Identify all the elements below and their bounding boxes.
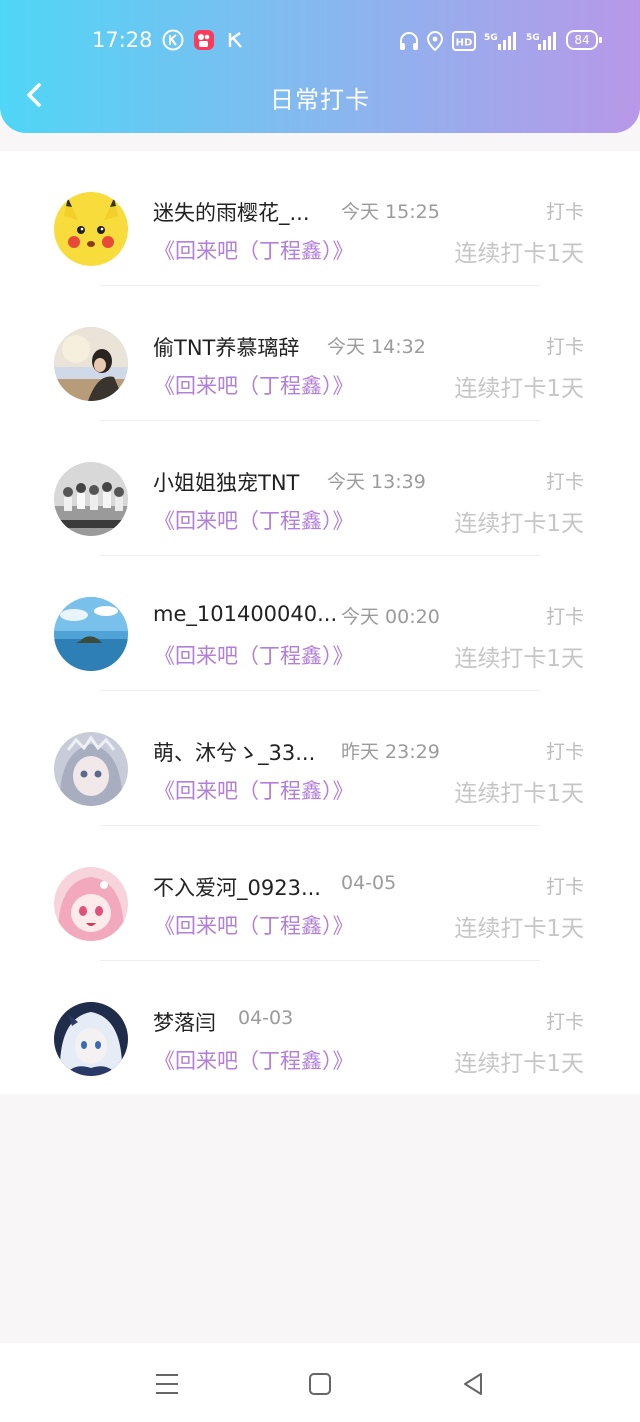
list-item[interactable]: 小姐姐独宠TNT 今天 13:39 《回来吧（丁程鑫）》 打卡 连续打卡1天 bbox=[0, 421, 640, 556]
checkin-label: 打卡 bbox=[545, 471, 584, 493]
checkin-time: 04-03 bbox=[238, 1007, 294, 1029]
svg-text:5G: 5G bbox=[484, 33, 498, 43]
back-triangle-icon[interactable] bbox=[459, 1369, 489, 1399]
user-name[interactable]: 梦落闫 bbox=[153, 1007, 216, 1037]
streak-label: 连续打卡1天 bbox=[454, 241, 584, 267]
streak-label: 连续打卡1天 bbox=[454, 1051, 584, 1077]
avatar[interactable] bbox=[54, 597, 128, 671]
status-bar: 17:28 HD 5G 5G 84 bbox=[0, 0, 640, 80]
battery-indicator: 84 bbox=[566, 30, 602, 50]
checkin-time: 04-05 bbox=[341, 872, 397, 894]
user-name[interactable]: me_101400040... bbox=[153, 602, 337, 626]
header: 17:28 HD 5G 5G 84 日常打卡 bbox=[0, 0, 640, 133]
user-name[interactable]: 萌、沐兮ゝ_33... bbox=[153, 737, 315, 767]
checkin-label: 打卡 bbox=[545, 741, 584, 763]
checkin-label: 打卡 bbox=[545, 606, 584, 628]
hd-icon: HD bbox=[452, 31, 476, 51]
list-item[interactable]: 迷失的雨樱花_... 今天 15:25 《回来吧（丁程鑫）》 打卡 连续打卡1天 bbox=[0, 151, 640, 286]
avatar[interactable] bbox=[54, 327, 128, 401]
status-time: 17:28 bbox=[92, 28, 153, 52]
signal-5g-icon: 5G bbox=[484, 32, 516, 50]
system-nav-bar bbox=[0, 1343, 640, 1422]
user-name[interactable]: 迷失的雨樱花_... bbox=[153, 197, 310, 227]
svg-text:5G: 5G bbox=[526, 33, 540, 43]
user-name[interactable]: 小姐姐独宠TNT bbox=[153, 467, 299, 497]
k-app-icon bbox=[228, 32, 242, 48]
avatar[interactable] bbox=[54, 192, 128, 266]
book-title-link[interactable]: 《回来吧（丁程鑫）》 bbox=[154, 1045, 354, 1075]
user-name[interactable]: 不入爱河_0923... bbox=[153, 872, 321, 902]
signal-5g-icon-2: 5G bbox=[526, 32, 556, 50]
streak-label: 连续打卡1天 bbox=[454, 376, 584, 402]
kuaishou-app-icon bbox=[194, 30, 214, 50]
checkin-time: 今天 00:20 bbox=[341, 606, 440, 628]
user-name[interactable]: 偷TNT养慕璃辞 bbox=[153, 332, 299, 362]
avatar[interactable] bbox=[54, 867, 128, 941]
menu-icon[interactable] bbox=[152, 1369, 182, 1399]
list-item[interactable]: 梦落闫 04-03 《回来吧（丁程鑫）》 打卡 连续打卡1天 bbox=[0, 961, 640, 1096]
checkin-label: 打卡 bbox=[545, 201, 584, 223]
book-title-link[interactable]: 《回来吧（丁程鑫）》 bbox=[154, 235, 354, 265]
streak-label: 连续打卡1天 bbox=[454, 781, 584, 807]
list-item[interactable]: 偷TNT养慕璃辞 今天 14:32 《回来吧（丁程鑫）》 打卡 连续打卡1天 bbox=[0, 286, 640, 421]
book-title-link[interactable]: 《回来吧（丁程鑫）》 bbox=[154, 910, 354, 940]
headphones-icon bbox=[400, 32, 418, 50]
checkin-list: 迷失的雨樱花_... 今天 15:25 《回来吧（丁程鑫）》 打卡 连续打卡1天… bbox=[0, 151, 640, 1094]
home-icon[interactable] bbox=[305, 1369, 335, 1399]
svg-text:HD: HD bbox=[456, 38, 473, 49]
checkin-time: 昨天 23:29 bbox=[341, 741, 440, 763]
page-title: 日常打卡 bbox=[270, 86, 370, 114]
list-item[interactable]: me_101400040... 今天 00:20 《回来吧（丁程鑫）》 打卡 连… bbox=[0, 556, 640, 691]
checkin-time: 今天 13:39 bbox=[327, 471, 426, 493]
avatar[interactable] bbox=[54, 1002, 128, 1076]
list-item[interactable]: 萌、沐兮ゝ_33... 昨天 23:29 《回来吧（丁程鑫）》 打卡 连续打卡1… bbox=[0, 691, 640, 826]
book-title-link[interactable]: 《回来吧（丁程鑫）》 bbox=[154, 370, 354, 400]
book-title-link[interactable]: 《回来吧（丁程鑫）》 bbox=[154, 505, 354, 535]
checkin-label: 打卡 bbox=[545, 336, 584, 358]
kugou-app-icon bbox=[162, 29, 184, 51]
streak-label: 连续打卡1天 bbox=[454, 646, 584, 672]
list-item[interactable]: 不入爱河_0923... 04-05 《回来吧（丁程鑫）》 打卡 连续打卡1天 bbox=[0, 826, 640, 961]
avatar[interactable] bbox=[54, 732, 128, 806]
checkin-label: 打卡 bbox=[545, 876, 584, 898]
avatar[interactable] bbox=[54, 462, 128, 536]
checkin-time: 今天 14:32 bbox=[327, 336, 426, 358]
book-title-link[interactable]: 《回来吧（丁程鑫）》 bbox=[154, 775, 354, 805]
streak-label: 连续打卡1天 bbox=[454, 916, 584, 942]
checkin-label: 打卡 bbox=[545, 1011, 584, 1033]
streak-label: 连续打卡1天 bbox=[454, 511, 584, 537]
checkin-time: 今天 15:25 bbox=[341, 201, 440, 223]
location-icon bbox=[426, 30, 444, 52]
book-title-link[interactable]: 《回来吧（丁程鑫）》 bbox=[154, 640, 354, 670]
